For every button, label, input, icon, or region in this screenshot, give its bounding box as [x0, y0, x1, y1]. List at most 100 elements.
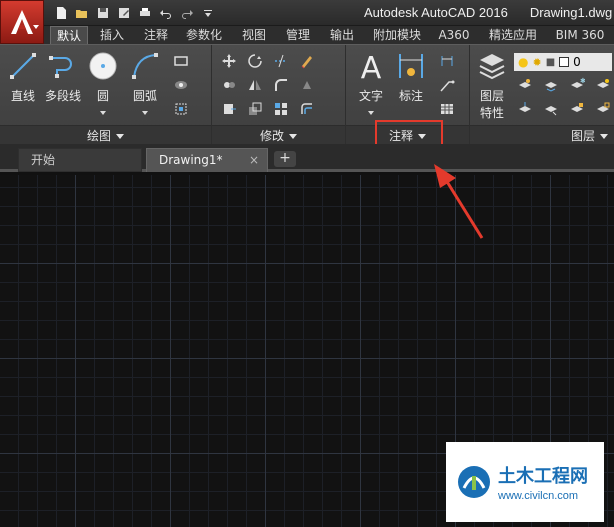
tab-featured-apps[interactable]: 精选应用: [480, 26, 546, 44]
new-icon[interactable]: [52, 4, 70, 22]
modify-tools: [218, 51, 344, 119]
draw-panel-title: 绘图: [86, 129, 111, 143]
arc-label: 圆弧: [132, 89, 157, 103]
lightbulb-icon: ●: [518, 55, 529, 69]
tab-a360[interactable]: A360: [434, 26, 474, 44]
move-icon[interactable]: [218, 51, 240, 71]
draw-panel: 直线 多段线 圆 圆弧 绘图: [0, 45, 212, 145]
line-label: 直线: [10, 89, 35, 103]
tab-manage[interactable]: 管理: [278, 26, 318, 44]
dimension-tool[interactable]: 标注: [394, 49, 428, 104]
tab-drawing1[interactable]: Drawing1* ×: [146, 148, 268, 172]
layer-dropdown[interactable]: ● ✹ ■ 0: [514, 53, 612, 71]
customize-icon[interactable]: [199, 4, 217, 22]
new-tab-button[interactable]: +: [274, 151, 296, 167]
chevron-down-icon[interactable]: [368, 111, 374, 115]
rotate-icon[interactable]: [244, 51, 266, 71]
circle-icon: [86, 49, 120, 83]
dimension-label: 标注: [398, 89, 423, 103]
copy-icon[interactable]: [218, 75, 240, 95]
print-icon[interactable]: [136, 4, 154, 22]
layer-walk-icon[interactable]: [540, 99, 562, 119]
leader-icon[interactable]: [436, 75, 458, 95]
polyline-label: 多段线: [44, 89, 81, 103]
offset-icon[interactable]: [296, 99, 318, 119]
layers-panel: 图层 特性 ● ✹ ■ 0 ✱ 图层: [470, 45, 614, 145]
chevron-down-icon[interactable]: [142, 111, 148, 115]
app-title: Autodesk AutoCAD 2016 Drawing1.dwg: [364, 5, 612, 20]
layer-off-icon[interactable]: [592, 75, 614, 95]
linear-dimension-icon[interactable]: [436, 51, 458, 71]
draw-panel-footer[interactable]: 绘图: [0, 125, 211, 145]
autocad-logo-icon: [11, 10, 33, 34]
sun-icon: ✹: [532, 55, 542, 69]
tab-bim360[interactable]: BIM 360: [550, 26, 610, 44]
tab-view[interactable]: 视图: [234, 26, 274, 44]
hatch-icon[interactable]: [170, 75, 192, 95]
explode-icon[interactable]: [296, 75, 318, 95]
layer-isolate-icon[interactable]: [540, 75, 562, 95]
close-icon[interactable]: ×: [249, 149, 259, 171]
annotation-small-tools: [436, 51, 458, 119]
arc-icon: [128, 49, 162, 83]
line-icon: [6, 49, 40, 83]
layer-current-icon[interactable]: [514, 99, 536, 119]
tab-annotate[interactable]: 注释: [136, 26, 176, 44]
svg-text:A: A: [361, 51, 382, 82]
array-icon[interactable]: [270, 99, 292, 119]
application-menu-button[interactable]: [0, 0, 44, 44]
trim-icon[interactable]: [270, 51, 292, 71]
rectangle-icon[interactable]: [170, 51, 192, 71]
circle-label: 圆: [96, 89, 109, 103]
save-icon[interactable]: [94, 4, 112, 22]
polyline-tool[interactable]: 多段线: [42, 49, 84, 104]
circle-tool[interactable]: 圆: [86, 49, 120, 118]
fillet-icon[interactable]: [270, 75, 292, 95]
table-icon[interactable]: [436, 99, 458, 119]
draw-small-tools: [170, 51, 192, 119]
lock-icon: ■: [545, 56, 556, 68]
tab-start-label: 开始: [31, 153, 56, 167]
tab-start[interactable]: 开始: [18, 148, 142, 172]
layers-panel-footer[interactable]: 图层: [470, 125, 614, 145]
erase-icon[interactable]: [296, 51, 318, 71]
layer-small-tools: ✱: [514, 75, 614, 119]
open-icon[interactable]: [73, 4, 91, 22]
chevron-down-icon[interactable]: [100, 111, 106, 115]
ribbon-tab-row: 默认 插入 注释 参数化 视图 管理 输出 附加模块 A360 精选应用 BIM…: [44, 26, 614, 44]
layer-name-value: 0: [573, 55, 581, 69]
tab-insert[interactable]: 插入: [92, 26, 132, 44]
tab-addins[interactable]: 附加模块: [364, 26, 430, 44]
redo-icon[interactable]: [178, 4, 196, 22]
chevron-down-icon: [116, 134, 124, 139]
stretch-icon[interactable]: [218, 99, 240, 119]
properties-label: 特性: [479, 106, 504, 120]
layers-panel-title: 图层: [570, 129, 595, 143]
arc-tool[interactable]: 圆弧: [128, 49, 162, 118]
modify-panel-footer[interactable]: 修改: [212, 125, 345, 145]
text-label: 文字: [358, 89, 383, 103]
watermark-title: 土木工程网: [498, 466, 588, 487]
chevron-down-icon: [33, 25, 39, 29]
layer-lock-icon[interactable]: [566, 99, 588, 119]
quick-access-toolbar: [52, 4, 217, 22]
layer-match-icon[interactable]: [514, 75, 536, 95]
scale-icon[interactable]: [244, 99, 266, 119]
svg-text:✱: ✱: [580, 77, 585, 85]
title-bar: Autodesk AutoCAD 2016 Drawing1.dwg: [0, 0, 614, 26]
line-tool[interactable]: 直线: [6, 49, 40, 104]
layer-freeze-icon[interactable]: ✱: [566, 75, 588, 95]
tab-parametric[interactable]: 参数化: [178, 26, 230, 44]
tab-output[interactable]: 输出: [322, 26, 362, 44]
text-tool[interactable]: A 文字: [354, 49, 388, 118]
layer-unlock-icon[interactable]: [592, 99, 614, 119]
layer-properties-tool[interactable]: 图层 特性: [474, 49, 510, 121]
watermark-logo: 土木工程网 www.civilcn.com: [446, 442, 604, 522]
modify-panel: 修改: [212, 45, 346, 145]
tab-default[interactable]: 默认: [50, 26, 88, 44]
region-icon[interactable]: [170, 99, 192, 119]
save-as-icon[interactable]: [115, 4, 133, 22]
mirror-icon[interactable]: [244, 75, 266, 95]
chevron-down-icon: [289, 134, 297, 139]
undo-icon[interactable]: [157, 4, 175, 22]
